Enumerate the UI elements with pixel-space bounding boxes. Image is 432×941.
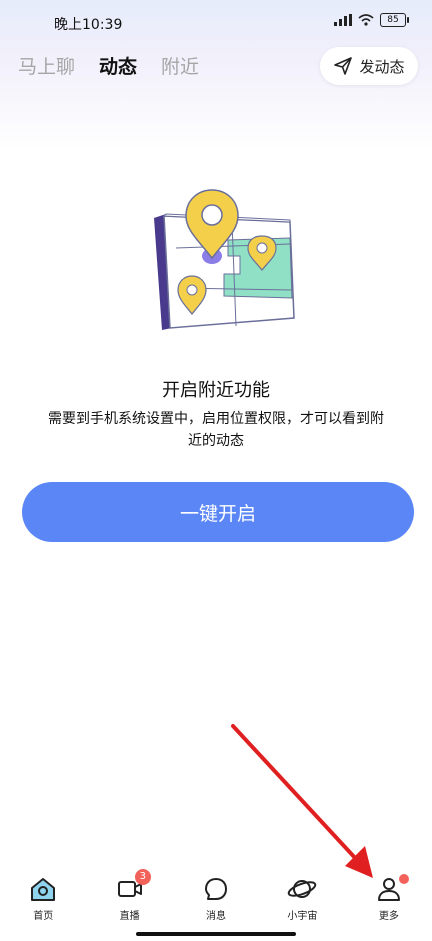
- tab-moments[interactable]: 动态: [99, 52, 137, 79]
- live-badge: 3: [134, 869, 151, 885]
- message-icon: [205, 878, 228, 900]
- top-tabs: 马上聊 动态 附近: [18, 52, 199, 79]
- nav-messages[interactable]: 消息: [173, 868, 259, 928]
- tab-chat[interactable]: 马上聊: [18, 52, 75, 79]
- nav-live-label: 直播: [119, 911, 140, 922]
- enable-nearby-button[interactable]: 一键开启: [22, 482, 414, 542]
- send-icon: [334, 57, 353, 75]
- nav-home-label: 首页: [33, 911, 54, 922]
- nav-more[interactable]: 更多: [346, 868, 432, 928]
- nearby-title: 开启附近功能: [162, 380, 270, 401]
- nav-more-label: 更多: [378, 911, 399, 922]
- post-button-label: 发动态: [359, 57, 405, 76]
- wifi-icon: [358, 14, 374, 26]
- annotation-arrow-icon: [231, 724, 373, 878]
- signal-icon: [334, 14, 352, 26]
- home-icon: [31, 878, 56, 901]
- nearby-description: 需要到手机系统设置中，启用位置权限，才可以看到附近的动态: [48, 411, 384, 449]
- status-bar: 晚上10:39 85: [0, 0, 432, 44]
- bottom-nav: 首页 3 直播 消息 小宇宙 更多: [0, 868, 432, 928]
- nav-home[interactable]: 首页: [0, 868, 86, 928]
- map-illustration: [154, 189, 295, 330]
- home-indicator: [136, 932, 296, 936]
- status-time: 晚上10:39: [54, 17, 123, 33]
- planet-icon: [288, 880, 317, 898]
- nav-universe[interactable]: 小宇宙: [259, 868, 345, 928]
- nav-messages-label: 消息: [206, 911, 227, 922]
- post-moment-button[interactable]: 发动态: [320, 47, 418, 85]
- tab-nearby[interactable]: 附近: [161, 52, 199, 79]
- battery-icon: 85: [380, 13, 409, 27]
- nav-live[interactable]: 3 直播: [86, 868, 172, 928]
- more-notification-dot: [399, 874, 410, 884]
- nav-universe-label: 小宇宙: [287, 911, 318, 922]
- status-icons: 85: [334, 13, 409, 27]
